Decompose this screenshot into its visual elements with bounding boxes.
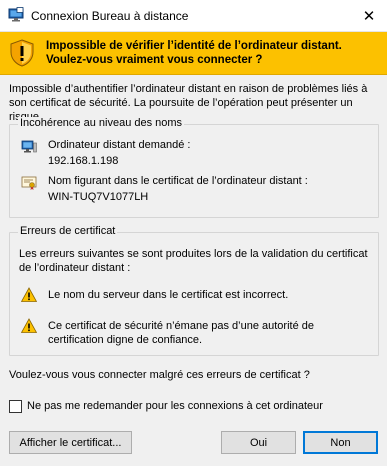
requested-computer-label: Ordinateur distant demandé : xyxy=(48,139,191,151)
certificate-errors-description: Les erreurs suivantes se sont produites … xyxy=(19,248,368,274)
name-mismatch-legend: Incohérence au niveau des noms xyxy=(18,117,185,129)
banner-message: Impossible de vérifier l’identité de l’o… xyxy=(46,39,376,67)
certificate-errors-legend: Erreurs de certificat xyxy=(18,225,118,237)
close-button[interactable]: ✕ xyxy=(351,0,387,31)
dont-ask-again-checkbox[interactable] xyxy=(9,400,22,413)
certificate-error-2: Ce certificat de sécurité n’émane pas d’… xyxy=(48,320,314,346)
certificate-errors-group: Erreurs de certificat Les erreurs suivan… xyxy=(9,225,379,356)
title-bar: Connexion Bureau à distance ✕ xyxy=(0,0,387,32)
certificate-name-label: Nom figurant dans le certificat de l’ord… xyxy=(48,175,308,187)
computer-icon xyxy=(21,140,37,153)
warning-banner: Impossible de vérifier l’identité de l’o… xyxy=(0,32,387,75)
dont-ask-again-label[interactable]: Ne pas me redemander pour les connexions… xyxy=(27,400,323,412)
no-button[interactable]: Non xyxy=(303,431,378,454)
certificate-error-1: Le nom du serveur dans le certificat est… xyxy=(48,289,289,301)
window-title: Connexion Bureau à distance xyxy=(31,9,189,23)
certificate-icon xyxy=(21,176,37,190)
shield-warning-icon xyxy=(10,39,34,67)
yes-button[interactable]: Oui xyxy=(221,431,296,454)
certificate-name-value: WIN-TUQ7V1077LH xyxy=(48,191,149,203)
banner-line-2: Voulez-vous vraiment vous connecter ? xyxy=(46,54,263,66)
connect-question: Voulez-vous vous connecter malgré ces er… xyxy=(9,369,310,381)
requested-computer-value: 192.168.1.198 xyxy=(48,155,119,167)
view-certificate-button[interactable]: Afficher le certificat... xyxy=(9,431,132,454)
warning-icon xyxy=(21,318,37,333)
warning-icon xyxy=(21,287,37,302)
remote-desktop-icon xyxy=(8,7,24,22)
name-mismatch-group: Incohérence au niveau des noms Ordinateu… xyxy=(9,117,379,218)
banner-line-1: Impossible de vérifier l’identité de l’o… xyxy=(46,40,342,52)
